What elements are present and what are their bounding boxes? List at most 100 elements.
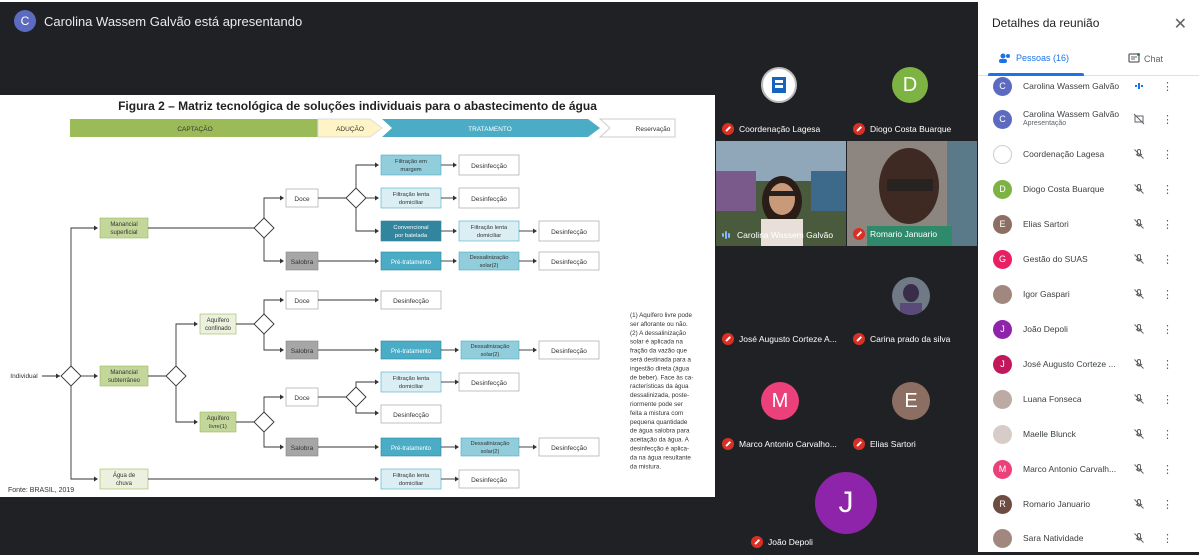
participant-row[interactable]: G Gestão do SUAS ⋮ [978, 242, 1199, 276]
arrow-head [453, 162, 457, 168]
tile-name: José Augusto Corteze A... [739, 334, 837, 344]
participant-name: Sara Natividade [1023, 533, 1123, 543]
close-icon[interactable]: ✕ [1174, 14, 1187, 34]
participant-row[interactable]: Luana Fonseca ⋮ [978, 382, 1199, 416]
participant-row[interactable]: Maelle Blunck ⋮ [978, 417, 1199, 451]
note-line: racterísticas da água [630, 383, 689, 390]
avatar [892, 277, 930, 315]
more-options-icon[interactable]: ⋮ [1162, 428, 1173, 441]
participant-row[interactable]: M Marco Antonio Carvalh... ⋮ [978, 452, 1199, 486]
note-line: de beber). Face às ca- [630, 374, 693, 381]
video-tile-carina[interactable]: Carina prado da silva [847, 246, 977, 351]
connector-line [263, 197, 282, 218]
video-tile-elias[interactable]: E Elias Sartori [847, 351, 977, 456]
more-options-icon[interactable]: ⋮ [1162, 183, 1173, 196]
mic-off-icon [1134, 499, 1144, 509]
decision-diamond [253, 411, 275, 433]
chat-icon [1128, 53, 1140, 63]
connector-line [70, 227, 96, 366]
mic-off-icon [1134, 184, 1144, 194]
participant-row[interactable]: C Carolina Wassem Galvão Apresentação ⋮ [978, 102, 1199, 136]
diagram-label: Aquífero [207, 416, 230, 422]
video-tile-carolina[interactable]: Carolina Wassem Galvão [716, 141, 846, 246]
avatar: M [761, 382, 799, 420]
decision-diamond [165, 365, 187, 387]
participant-name: Gestão do SUAS [1023, 254, 1123, 264]
tab-chat[interactable]: Chat [1128, 53, 1163, 64]
diagram-label: Desinfecção [551, 229, 587, 236]
more-options-icon[interactable]: ⋮ [1162, 80, 1173, 93]
participant-name: Maelle Blunck [1023, 429, 1123, 439]
participant-row[interactable]: R Romario Januario ⋮ [978, 487, 1199, 521]
arrow-head [375, 228, 379, 234]
participant-row[interactable]: Coordenação Lagesa ⋮ [978, 137, 1199, 171]
participant-row[interactable]: Sara Natividade ⋮ [978, 521, 1199, 555]
diagram-label: Dessalinização [470, 255, 509, 261]
note-line: será destinada para a [630, 357, 691, 364]
participant-name: Diogo Costa Buarque [1023, 184, 1123, 194]
note-line: ingestão direta (água [630, 365, 690, 372]
diagram-label: domiciliar [477, 233, 502, 239]
arrow-head [375, 476, 379, 482]
participant-row[interactable]: D Diogo Costa Buarque ⋮ [978, 172, 1199, 206]
participant-row[interactable]: J João Depoli ⋮ [978, 312, 1199, 346]
note-line: riormente pode ser [630, 401, 683, 408]
participant-name-text: Luana Fonseca [1023, 394, 1082, 404]
participant-row[interactable]: J José Augusto Corteze ... ⋮ [978, 347, 1199, 381]
mic-off-icon [853, 333, 865, 345]
participant-name-text: João Depoli [1023, 324, 1068, 334]
presenter-text: Carolina Wassem Galvão está apresentando [44, 13, 303, 29]
video-tile-coordenacao[interactable]: Coordenação Lagesa [716, 36, 846, 141]
mic-off-icon [1134, 219, 1144, 229]
participant-row[interactable]: C Carolina Wassem Galvão ⋮ [978, 69, 1199, 103]
more-options-icon[interactable]: ⋮ [1162, 113, 1173, 126]
diagram-label: Pré-tratamento [391, 446, 432, 452]
arrow-head [455, 444, 459, 450]
more-options-icon[interactable]: ⋮ [1162, 288, 1173, 301]
tab-people-label: Pessoas (16) [1016, 53, 1070, 63]
decision-diamond [253, 217, 275, 239]
more-options-icon[interactable]: ⋮ [1162, 463, 1173, 476]
mic-off-icon [722, 333, 734, 345]
video-tile-jose[interactable]: José Augusto Corteze A... [716, 246, 846, 351]
video-tile-romario[interactable]: Romario Januario [847, 141, 977, 246]
mic-off-icon [1134, 429, 1144, 439]
participant-name-text: Gestão do SUAS [1023, 254, 1088, 264]
note-line: pequena quantidade [630, 419, 688, 426]
diagram-label: Desinfecção [471, 477, 507, 484]
more-options-icon[interactable]: ⋮ [1162, 532, 1173, 545]
mic-off-icon [1134, 533, 1144, 543]
diagram-label: solar(2) [480, 263, 499, 269]
note-line: (1) Aquífero livre pode [630, 312, 692, 319]
participant-name: Carolina Wassem Galvão [1023, 81, 1123, 91]
more-options-icon[interactable]: ⋮ [1162, 323, 1173, 336]
arrow-head [533, 228, 537, 234]
connector-line [355, 164, 377, 188]
participant-avatar [993, 528, 1012, 548]
participant-row[interactable]: Igor Gaspari ⋮ [978, 277, 1199, 311]
mic-off-icon [1134, 254, 1144, 264]
more-options-icon[interactable]: ⋮ [1162, 498, 1173, 511]
participant-row[interactable]: E Elias Sartori ⋮ [978, 207, 1199, 241]
diagram-label: Filtração lenta [471, 225, 508, 231]
more-options-icon[interactable]: ⋮ [1162, 253, 1173, 266]
avatar: E [892, 382, 930, 420]
more-options-icon[interactable]: ⋮ [1162, 218, 1173, 231]
more-options-icon[interactable]: ⋮ [1162, 393, 1173, 406]
source-label: Fonte: BRASIL, 2019 [8, 487, 74, 494]
tile-name: Carolina Wassem Galvão [737, 230, 834, 240]
participant-avatar: C [993, 109, 1012, 129]
participant-avatar [993, 284, 1012, 304]
tile-name: Marco Antonio Carvalho... [739, 439, 837, 449]
diagram-label: Água de [113, 472, 136, 479]
more-options-icon[interactable]: ⋮ [1162, 358, 1173, 371]
tab-people[interactable]: Pessoas (16) [998, 53, 1069, 63]
participant-avatar: J [993, 319, 1012, 339]
video-tile-diogo[interactable]: D Diogo Costa Buarque [847, 36, 977, 141]
diagram-label: Doce [294, 196, 310, 203]
video-tile-marco[interactable]: M Marco Antonio Carvalho... [716, 351, 846, 456]
diagram-label: Desinfecção [551, 445, 587, 452]
participant-name-text: Diogo Costa Buarque [1023, 184, 1105, 194]
video-tile-joao[interactable]: J João Depoli [745, 454, 950, 554]
more-options-icon[interactable]: ⋮ [1162, 148, 1173, 161]
